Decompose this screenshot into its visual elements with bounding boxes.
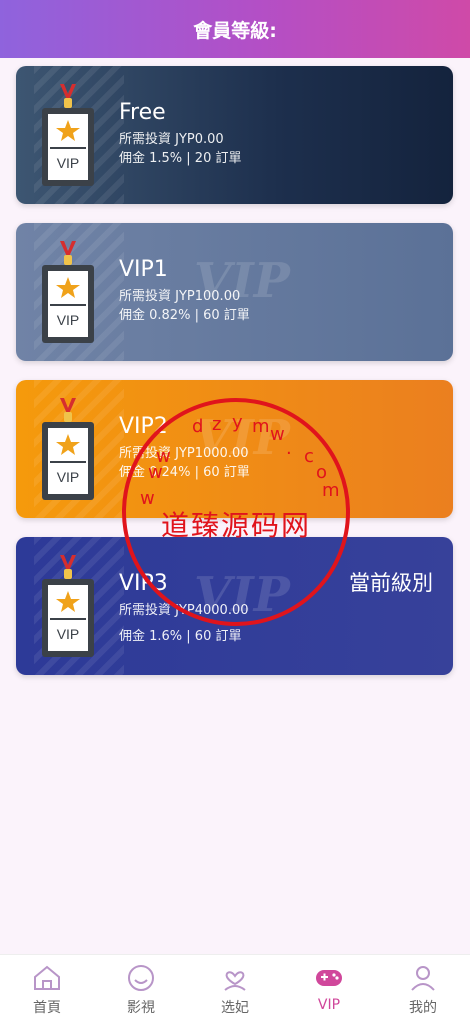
vip-badge-icon: VIP xyxy=(42,84,94,186)
tab-video[interactable]: 影視 xyxy=(94,955,188,1024)
level-investment: 所需投資 JYP100.00 xyxy=(119,289,241,304)
tab-vip[interactable]: VIP xyxy=(282,955,376,1024)
level-name: Free xyxy=(119,100,166,125)
level-card-vip1[interactable]: VIP VIP VIP1 所需投資 JYP100.00 佣金 0.82% | 6… xyxy=(16,223,453,361)
tab-label: 影視 xyxy=(127,1000,155,1016)
bottom-tab-bar: 首頁 影視 选妃 VIP 我的 xyxy=(0,954,470,1024)
tab-home[interactable]: 首頁 xyxy=(0,955,94,1024)
level-commission: 佣金 1.6% | 60 訂單 xyxy=(119,629,242,644)
level-card-free[interactable]: VIP Free 所需投資 JYP0.00 佣金 1.5% | 20 訂單 xyxy=(16,66,453,204)
tab-label: VIP xyxy=(317,997,341,1013)
level-card-vip3[interactable]: VIP VIP VIP3 當前級別 所需投資 JYP4000.00 佣金 1.6… xyxy=(16,537,453,675)
vip-badge-icon: VIP xyxy=(42,241,94,343)
level-name: VIP2 xyxy=(119,414,168,439)
tab-label: 我的 xyxy=(409,1000,437,1016)
tab-label: 选妃 xyxy=(221,1000,249,1016)
tab-label: 首頁 xyxy=(33,1000,61,1016)
home-icon xyxy=(34,965,60,990)
user-icon xyxy=(411,966,435,991)
badge-text: VIP xyxy=(57,155,80,171)
level-investment: 所需投資 JYP0.00 xyxy=(119,132,224,147)
level-investment: 所需投資 JYP1000.00 xyxy=(119,446,249,461)
tab-mine[interactable]: 我的 xyxy=(376,955,470,1024)
smile-icon xyxy=(128,965,154,991)
badge-text: VIP xyxy=(57,469,80,485)
badge-text: VIP xyxy=(57,312,80,328)
vip-badge-icon: VIP xyxy=(42,398,94,500)
level-name: VIP1 xyxy=(119,257,168,282)
heart-person-icon xyxy=(224,971,246,991)
vip-badge-icon: VIP xyxy=(42,555,94,657)
level-card-vip2[interactable]: VIP VIP VIP2 所需投資 JYP1000.00 佣金 0.24% | … xyxy=(16,380,453,518)
badge-text: VIP xyxy=(57,626,80,642)
tab-select[interactable]: 选妃 xyxy=(188,955,282,1024)
level-investment: 所需投資 JYP4000.00 xyxy=(119,603,249,618)
level-commission: 佣金 0.24% | 60 訂單 xyxy=(119,465,250,480)
level-list: VIP Free 所需投資 JYP0.00 佣金 1.5% | 20 訂單 VI… xyxy=(16,66,453,694)
page-title: 會員等級: xyxy=(193,19,277,42)
level-commission: 佣金 0.82% | 60 訂單 xyxy=(119,308,250,323)
gamepad-icon xyxy=(316,970,342,986)
page-header: 會員等級: xyxy=(0,0,470,58)
level-commission: 佣金 1.5% | 20 訂單 xyxy=(119,151,242,166)
level-name: VIP3 xyxy=(119,571,168,596)
current-level-tag: 當前級別 xyxy=(349,571,433,595)
